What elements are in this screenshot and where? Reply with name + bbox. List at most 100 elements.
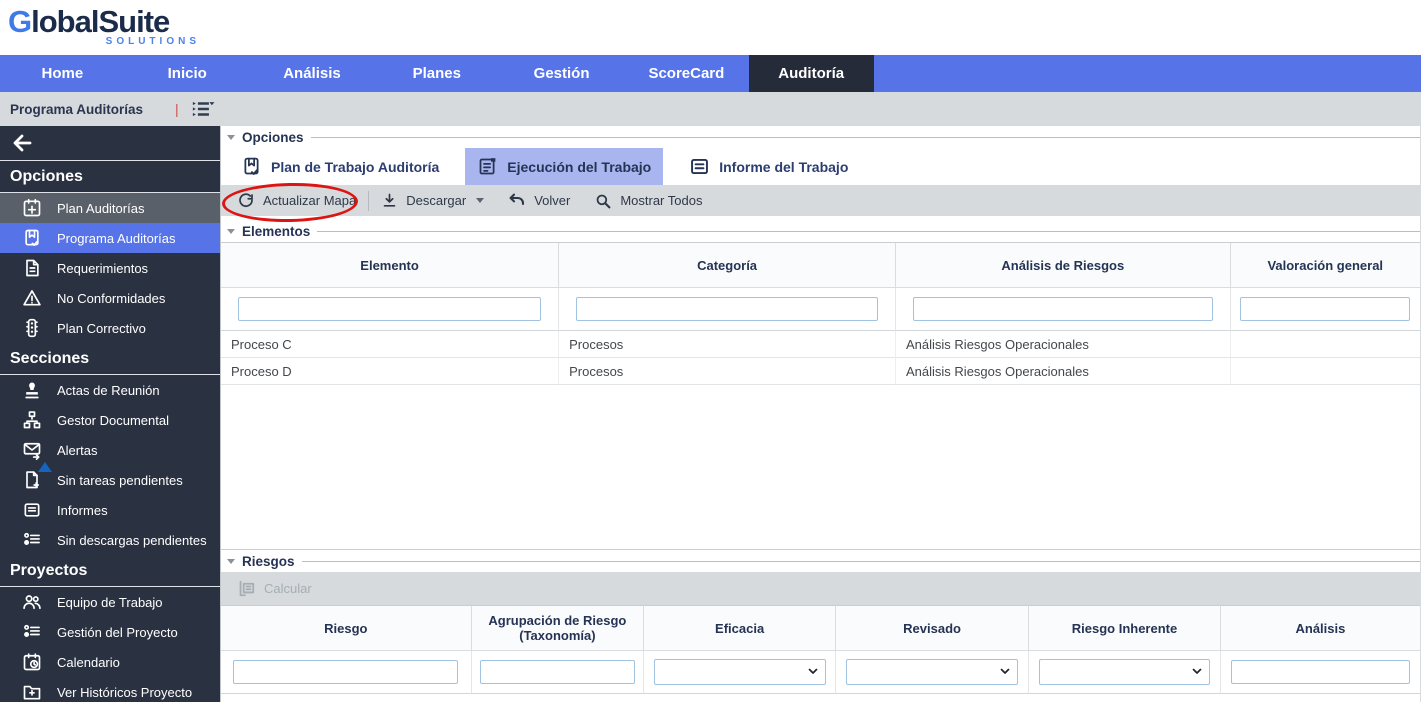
sidebar-section-secciones: Secciones <box>0 343 220 375</box>
sidebar-item-actas-de-reunion[interactable]: Actas de Reunión <box>0 375 220 405</box>
cell-valoracion-general <box>1231 358 1420 385</box>
top-nav: Home Inicio Análisis Planes Gestión Scor… <box>0 55 1421 92</box>
column-header[interactable]: Análisis <box>1221 606 1420 651</box>
elementos-header-row: Elemento Categoría Análisis de Riesgos V… <box>221 243 1420 288</box>
sidebar-item-requerimientos[interactable]: Requerimientos <box>0 253 220 283</box>
tab-bar: Plan de Trabajo Auditoría Ejecución del … <box>221 148 1420 185</box>
filter-riesgo-inherente-select[interactable] <box>1039 659 1211 685</box>
sidebar-item-equipo-de-trabajo[interactable]: Equipo de Trabajo <box>0 587 220 617</box>
nav-item-scorecard[interactable]: ScoreCard <box>624 55 749 92</box>
filter-agrupacion-input[interactable] <box>480 660 634 684</box>
filter-revisado-select[interactable] <box>846 659 1019 685</box>
sidebar-item-plan-auditorias[interactable]: Plan Auditorías <box>0 193 220 223</box>
mostrar-todos-button[interactable]: Mostrar Todos <box>582 185 714 216</box>
tab-label: Plan de Trabajo Auditoría <box>271 159 439 175</box>
table-row[interactable]: Proceso C Procesos Análisis Riesgos Oper… <box>221 331 1420 358</box>
sidebar-item-label: Gestor Documental <box>57 413 169 428</box>
sidebar-item-gestion-del-proyecto[interactable]: Gestión del Proyecto <box>0 617 220 647</box>
column-header[interactable]: Agrupación de Riesgo (Taxonomía) <box>472 606 645 651</box>
riesgos-table: Riesgo Agrupación de Riesgo (Taxonomía) … <box>221 605 1420 694</box>
calcular-button[interactable]: Calcular <box>225 572 324 605</box>
tab-plan-de-trabajo-auditoria[interactable]: Plan de Trabajo Auditoría <box>229 148 451 185</box>
mail-forward-icon <box>22 440 42 460</box>
sidebar-item-label: Plan Auditorías <box>57 201 144 216</box>
sidebar-item-no-conformidades[interactable]: No Conformidades <box>0 283 220 313</box>
cell-analisis-riesgos: Análisis Riesgos Operacionales <box>896 331 1231 358</box>
column-header[interactable]: Análisis de Riesgos <box>896 243 1231 288</box>
collapse-triangle-icon[interactable] <box>227 559 235 564</box>
filter-riesgo-input[interactable] <box>233 660 458 684</box>
sidebar-item-label: Programa Auditorías <box>57 231 176 246</box>
warning-triangle-icon <box>22 288 42 308</box>
document-icon <box>22 258 42 278</box>
brand-name: GlobalSuite <box>8 6 208 38</box>
tab-informe-del-trabajo[interactable]: Informe del Trabajo <box>677 148 860 185</box>
collapse-triangle-icon[interactable] <box>227 229 235 234</box>
column-header[interactable]: Riesgo <box>221 606 472 651</box>
column-header[interactable]: Riesgo Inherente <box>1029 606 1221 651</box>
sidebar-item-label: Sin descargas pendientes <box>57 533 207 548</box>
nav-item-inicio[interactable]: Inicio <box>125 55 250 92</box>
sidebar-item-label: Informes <box>57 503 108 518</box>
nav-item-planes[interactable]: Planes <box>374 55 499 92</box>
nav-item-auditoria[interactable]: Auditoría <box>749 55 874 92</box>
nav-item-analisis[interactable]: Análisis <box>250 55 375 92</box>
sidebar-item-programa-auditorias[interactable]: Programa Auditorías <box>0 223 220 253</box>
legend-line <box>302 561 1420 562</box>
stamp-icon <box>22 380 42 400</box>
team-icon <box>22 592 42 612</box>
column-header[interactable]: Eficacia <box>644 606 836 651</box>
sidebar-item-plan-correctivo[interactable]: Plan Correctivo <box>0 313 220 343</box>
cell-categoria: Procesos <box>559 358 896 385</box>
riesgos-toolbar: Calcular <box>221 572 1420 605</box>
sidebar-item-label: Plan Correctivo <box>57 321 146 336</box>
sidebar-item-label: Gestión del Proyecto <box>57 625 178 640</box>
main-toolbar: Actualizar Mapa Descargar <box>221 185 1420 216</box>
group-elementos-legend: Elementos <box>221 220 1420 242</box>
main-content: Opciones Plan de Trabajo Auditoría <box>220 126 1421 702</box>
work-report-tab-icon <box>689 156 710 177</box>
tab-ejecucion-del-trabajo[interactable]: Ejecución del Trabajo <box>465 148 663 185</box>
app-window: GlobalSuite SOLUTIONS Home Inicio Anális… <box>0 0 1421 702</box>
descargar-button[interactable]: Descargar <box>369 185 496 216</box>
calculate-icon <box>237 579 256 598</box>
filter-valoracion-general-input[interactable] <box>1240 297 1410 321</box>
sidebar-item-ver-historicos-proyecto[interactable]: Ver Históricos Proyecto <box>0 677 220 702</box>
table-row[interactable]: Proceso D Procesos Análisis Riesgos Oper… <box>221 358 1420 385</box>
nav-item-home[interactable]: Home <box>0 55 125 92</box>
filter-eficacia-select[interactable] <box>654 659 826 685</box>
filter-elemento-input[interactable] <box>238 297 541 321</box>
breadcrumb: Programa Auditorías | <box>0 92 1421 126</box>
sidebar-item-label: Equipo de Trabajo <box>57 595 163 610</box>
column-header[interactable]: Elemento <box>221 243 559 288</box>
sidebar-item-sin-descargas-pendientes[interactable]: Sin descargas pendientes <box>0 525 220 555</box>
sidebar-item-alertas[interactable]: Alertas <box>0 435 220 465</box>
column-header[interactable]: Categoría <box>559 243 896 288</box>
work-execution-tab-icon <box>477 156 498 177</box>
collapse-triangle-icon[interactable] <box>227 135 235 140</box>
filter-categoria-input[interactable] <box>576 297 878 321</box>
column-header[interactable]: Revisado <box>836 606 1029 651</box>
filter-analisis-input[interactable] <box>1231 660 1410 684</box>
group-riesgos: Riesgos Calcular Riesgo Agrupación de Ri… <box>221 550 1420 702</box>
sidebar-item-informes[interactable]: Informes <box>0 495 220 525</box>
brand-rest: lobalSuite <box>31 4 169 39</box>
volver-button[interactable]: Volver <box>496 185 582 216</box>
sidebar-item-gestor-documental[interactable]: Gestor Documental <box>0 405 220 435</box>
sidebar-item-label: Sin tareas pendientes <box>57 473 183 488</box>
list-dropdown-icon[interactable] <box>189 98 216 120</box>
column-header[interactable]: Valoración general <box>1231 243 1420 288</box>
nav-item-gestion[interactable]: Gestión <box>499 55 624 92</box>
sidebar-item-sin-tareas-pendientes[interactable]: Sin tareas pendientes <box>0 465 220 495</box>
actualizar-mapa-button[interactable]: Actualizar Mapa <box>225 185 368 216</box>
chevron-down-icon[interactable] <box>476 198 484 203</box>
sidebar-back-button[interactable] <box>0 126 220 161</box>
calendar-clock-icon <box>22 652 42 672</box>
filter-analisis-riesgos-input[interactable] <box>913 297 1213 321</box>
group-opciones: Opciones Plan de Trabajo Auditoría <box>221 126 1420 216</box>
tab-label: Ejecución del Trabajo <box>507 159 651 175</box>
toolbar-button-label: Calcular <box>264 581 312 596</box>
sidebar-item-calendario[interactable]: Calendario <box>0 647 220 677</box>
riesgos-header-row: Riesgo Agrupación de Riesgo (Taxonomía) … <box>221 606 1420 651</box>
report-icon <box>22 500 42 520</box>
